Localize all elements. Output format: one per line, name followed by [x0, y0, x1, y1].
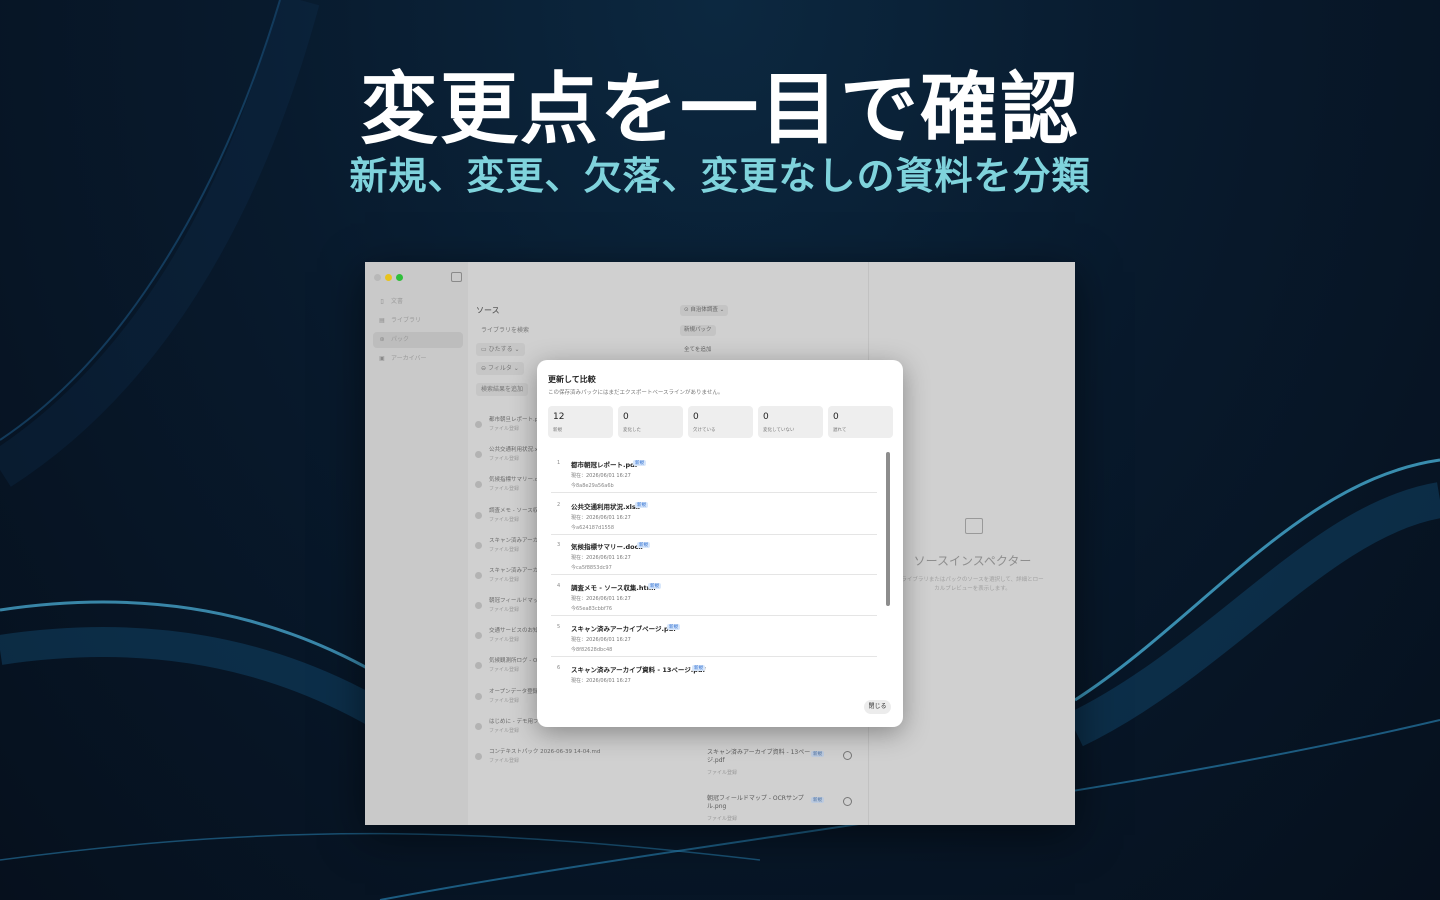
dialog-title: 更新して比較	[548, 375, 596, 384]
status-badge: 新規	[635, 502, 648, 508]
compare-dialog: 更新して比較 この保存済みパックにはまだエクスポートベースラインがありません。 …	[537, 360, 903, 727]
open-dropdown[interactable]: ▭ ひたする ⌄	[476, 343, 525, 356]
list-item[interactable]: 4 調査メモ - ソース収集.html 新規 現在：2026/06/01 16:…	[551, 575, 877, 616]
add-icon[interactable]	[475, 512, 482, 519]
add-icon[interactable]	[475, 632, 482, 639]
stat-new: 12 新規	[548, 406, 613, 438]
subheadline: 新規、変更、欠落、変更なしの資料を分類	[349, 154, 1091, 198]
table-row[interactable]: 朝冠フィールドマップ - OCRサンプル.png 新規 ファイル登録	[695, 795, 865, 825]
add-icon[interactable]	[475, 753, 482, 760]
add-icon[interactable]	[475, 572, 482, 579]
stat-missing: 0 欠けている	[688, 406, 753, 438]
add-icon[interactable]	[475, 421, 482, 428]
close-window-button[interactable]	[374, 274, 381, 281]
list-item[interactable]: 6 スキャン済みアーカイブ資料 - 13ページ.pdf 新規 現在：2026/0…	[551, 657, 877, 692]
status-badge: 新規	[811, 751, 824, 757]
close-button[interactable]: 閉じる	[864, 700, 891, 714]
pack-icon: ⊛	[379, 336, 385, 343]
status-badge: 新規	[633, 460, 646, 466]
stat-unchanged: 0 変化していない	[758, 406, 823, 438]
scrollbar[interactable]	[886, 452, 890, 606]
status-badge: 新規	[811, 797, 824, 803]
add-icon[interactable]	[475, 602, 482, 609]
archive-icon: ▣	[379, 355, 385, 362]
library-icon: ▤	[379, 317, 385, 324]
zoom-window-button[interactable]	[396, 274, 403, 281]
list-item[interactable]: 1 都市朝冠レポート.pdf 新規 現在：2026/06/01 16:27 今8…	[551, 452, 877, 493]
list-item[interactable]: 5 スキャン済みアーカイブページ.pdf 新規 現在：2026/06/01 16…	[551, 616, 877, 657]
library-search[interactable]: ライブラリを検索	[476, 324, 534, 337]
stat-stale: 0 遅れて	[828, 406, 893, 438]
more-icon[interactable]	[843, 751, 852, 760]
sidebar-toggle-icon[interactable]	[451, 272, 462, 282]
status-badge: 新規	[637, 542, 650, 548]
sidebar: ▯ 文書 ▤ ライブラリ ⊛ パック ▣ アーカイバー	[365, 262, 468, 825]
inspector-description: ライブラリまたはパックのソースを選択して、詳細とローカルプレビューを表示します。	[901, 577, 1044, 592]
add-all-button[interactable]: 全てを追加	[680, 345, 715, 356]
list-item[interactable]: 2 公共交通利用状況.xlsx 新規 現在：2026/06/01 16:27 今…	[551, 494, 877, 535]
sidebar-item-library[interactable]: ▤ ライブラリ	[373, 313, 463, 329]
status-badge: 新規	[692, 665, 705, 671]
add-icon[interactable]	[475, 693, 482, 700]
sidebar-item-documents[interactable]: ▯ 文書	[373, 294, 463, 310]
add-icon[interactable]	[475, 542, 482, 549]
stat-changed: 0 変化した	[618, 406, 683, 438]
add-icon[interactable]	[475, 723, 482, 730]
list-item[interactable]: コンテキストパック 2026-06-39 14-04.md ファイル登録	[474, 747, 674, 775]
sidebar-item-archiver[interactable]: ▣ アーカイバー	[373, 351, 463, 367]
add-icon[interactable]	[475, 481, 482, 488]
inspector-icon	[965, 518, 983, 534]
status-badge: 新規	[648, 583, 661, 589]
more-icon[interactable]	[843, 797, 852, 806]
filter-dropdown[interactable]: ⊖ フィルタ ⌄	[476, 362, 524, 375]
list-item[interactable]: 3 気候指標サマリー.docx 新規 現在：2026/06/01 16:27 今…	[551, 534, 877, 575]
comparison-list[interactable]: 1 都市朝冠レポート.pdf 新規 現在：2026/06/01 16:27 今8…	[551, 452, 887, 692]
add-results-button[interactable]: 検索結果を追加	[476, 383, 529, 396]
document-icon: ▯	[380, 298, 384, 305]
dialog-subtitle: この保存済みパックにはまだエクスポートベースラインがありません。	[548, 390, 724, 396]
headline: 変更点を一目で確認	[359, 65, 1080, 155]
sidebar-item-packs[interactable]: ⊛ パック	[373, 332, 463, 348]
add-icon[interactable]	[475, 662, 482, 669]
pack-selector[interactable]: ⊙ 自治体調査 ⌄	[680, 305, 729, 316]
sources-title: ソース	[476, 306, 500, 315]
new-pack-button[interactable]: 新規パック	[680, 325, 716, 336]
status-badge: 新規	[667, 624, 680, 630]
add-icon[interactable]	[475, 451, 482, 458]
minimize-window-button[interactable]	[385, 274, 392, 281]
table-row[interactable]: スキャン済みアーカイブ資料 - 13ページ.pdf 新規 ファイル登録	[695, 749, 865, 779]
